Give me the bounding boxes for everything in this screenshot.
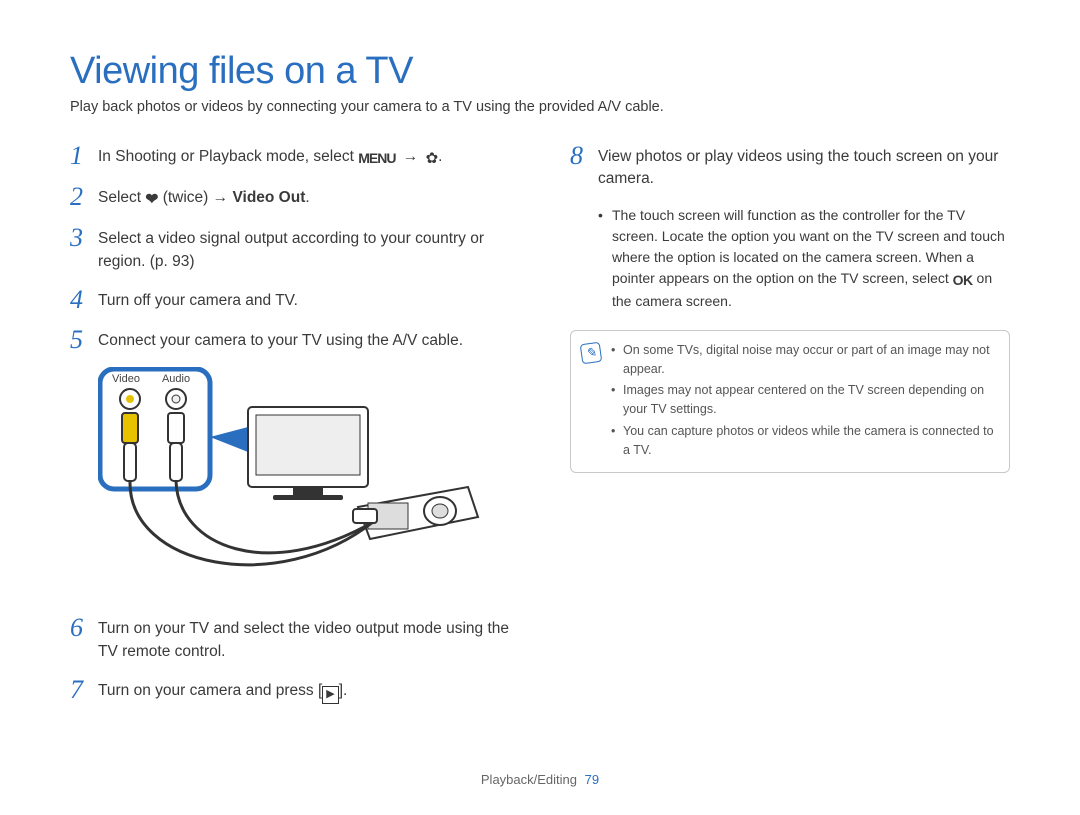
step-text: Select ❤ (twice) → Video Out. — [98, 184, 310, 211]
arrow-icon: → — [403, 146, 419, 168]
sub-text-pre: The touch screen will function as the co… — [612, 207, 1005, 286]
step-number: 8 — [570, 143, 598, 169]
step-number: 4 — [70, 287, 98, 313]
diagram-svg — [98, 367, 498, 597]
note-text: On some TVs, digital noise may occur or … — [623, 341, 995, 379]
step-text-pre: Turn on your camera and press [ — [98, 682, 322, 699]
playback-icon: ▶ — [322, 686, 338, 704]
ok-icon: OK — [953, 270, 973, 291]
note-item: • On some TVs, digital noise may occur o… — [611, 341, 995, 379]
step-text: Connect your camera to your TV using the… — [98, 327, 463, 352]
step-number: 2 — [70, 184, 98, 210]
step-text: Select a video signal output according t… — [98, 225, 510, 273]
gear-icon: ✿ — [426, 148, 439, 170]
bullet-dot-icon: • — [611, 381, 623, 419]
step-4: 4 Turn off your camera and TV. — [70, 287, 510, 313]
bullet-dot-icon: • — [611, 341, 623, 379]
note-box: ✎ • On some TVs, digital noise may occur… — [570, 330, 1010, 474]
step-2: 2 Select ❤ (twice) → Video Out. — [70, 184, 510, 211]
step-text-mid: (twice) → — [158, 189, 232, 206]
step-number: 5 — [70, 327, 98, 353]
step-text: Turn on your TV and select the video out… — [98, 615, 510, 663]
step-text: Turn off your camera and TV. — [98, 287, 298, 312]
step-text-post: ]. — [339, 682, 348, 699]
note-list: • On some TVs, digital noise may occur o… — [611, 341, 995, 463]
page-number: 79 — [585, 772, 599, 787]
page-footer: Playback/Editing 79 — [0, 772, 1080, 787]
menu-icon: MENU — [358, 148, 395, 168]
left-column: 1 In Shooting or Playback mode, select M… — [70, 143, 510, 718]
step-8: 8 View photos or play videos using the t… — [570, 143, 1010, 191]
step-6: 6 Turn on your TV and select the video o… — [70, 615, 510, 663]
sub-bullet: • The touch screen will function as the … — [598, 205, 1010, 312]
step-number: 7 — [70, 677, 98, 703]
step-8-sub: • The touch screen will function as the … — [598, 205, 1010, 312]
sub-bullet-text: The touch screen will function as the co… — [612, 205, 1010, 312]
note-item: • You can capture photos or videos while… — [611, 422, 995, 460]
step-text: Turn on your camera and press [▶]. — [98, 677, 347, 704]
step-text: In Shooting or Playback mode, select MEN… — [98, 143, 442, 170]
step-text: View photos or play videos using the tou… — [598, 143, 1010, 191]
content-columns: 1 In Shooting or Playback mode, select M… — [70, 143, 1010, 718]
note-icon: ✎ — [580, 342, 603, 365]
step-number: 6 — [70, 615, 98, 641]
step-5: 5 Connect your camera to your TV using t… — [70, 327, 510, 353]
bullet-dot-icon: • — [611, 422, 623, 460]
bullet-dot-icon: • — [598, 205, 612, 312]
step-text-pre: In Shooting or Playback mode, select — [98, 148, 358, 165]
step-number: 3 — [70, 225, 98, 251]
note-text: Images may not appear centered on the TV… — [623, 381, 995, 419]
step-number: 1 — [70, 143, 98, 169]
page-title: Viewing files on a TV — [70, 50, 1010, 93]
video-out-label: Video Out — [232, 189, 305, 206]
step-1: 1 In Shooting or Playback mode, select M… — [70, 143, 510, 170]
chevron-down-icon: ❤ — [145, 189, 158, 211]
page-subtitle: Play back photos or videos by connecting… — [70, 99, 1010, 115]
footer-section: Playback/Editing — [481, 772, 577, 787]
note-text: You can capture photos or videos while t… — [623, 422, 995, 460]
step-text-pre: Select — [98, 189, 145, 206]
connection-diagram: Video Audio — [98, 367, 498, 597]
step-text-post: . — [305, 189, 309, 206]
right-column: 8 View photos or play videos using the t… — [570, 143, 1010, 718]
step-7: 7 Turn on your camera and press [▶]. — [70, 677, 510, 704]
note-item: • Images may not appear centered on the … — [611, 381, 995, 419]
step-3: 3 Select a video signal output according… — [70, 225, 510, 273]
